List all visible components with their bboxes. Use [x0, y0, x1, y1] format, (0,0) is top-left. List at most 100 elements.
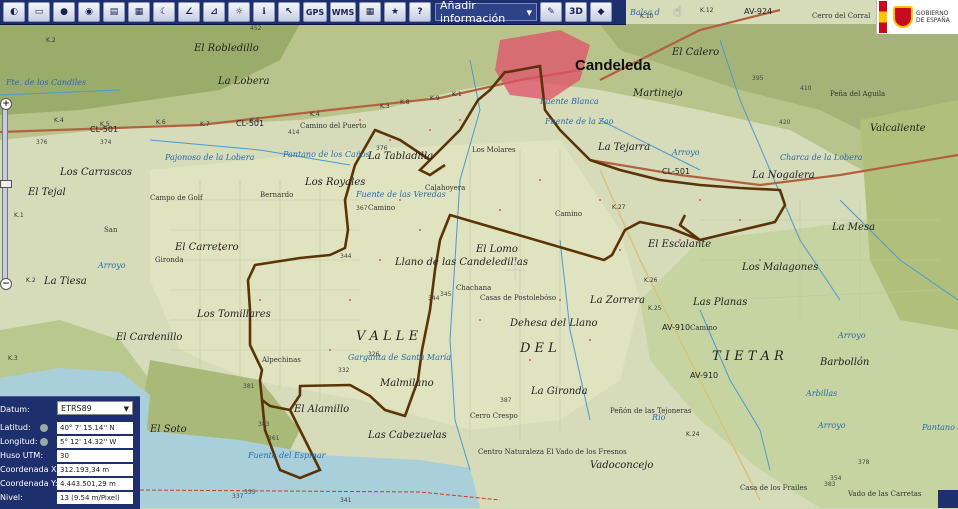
- km-marker: K.8: [400, 99, 410, 106]
- zoom-in-button[interactable]: +: [0, 98, 12, 110]
- map-label: Las Planas: [692, 297, 747, 308]
- road-label: AV-910: [690, 371, 718, 380]
- map-label: Pantano de los Caños: [282, 150, 370, 159]
- coordinates-panel: Datum: ETRS89 ▼ Latitud: 40° 7' 15.14'' NL…: [0, 396, 140, 509]
- map-label: Barbollón: [819, 357, 869, 368]
- map-label: San: [104, 226, 118, 234]
- print-icon[interactable]: ▭: [28, 2, 50, 22]
- elevation-label: 341: [340, 497, 352, 504]
- km-marker: K.1: [452, 91, 462, 98]
- globe-color-icon[interactable]: ◉: [78, 2, 100, 22]
- zoom-out-button[interactable]: −: [0, 278, 12, 290]
- layers-icon[interactable]: ▦: [128, 2, 150, 22]
- help-button[interactable]: ?: [409, 2, 431, 22]
- coord-label: Coordenada X:: [0, 465, 60, 474]
- elevation-label: 337: [232, 493, 244, 500]
- map-label: Casa de los Frailes: [740, 484, 808, 492]
- elevation-label: 374: [100, 139, 112, 146]
- elevation-label: 335: [244, 489, 256, 496]
- globe-dark-icon[interactable]: ●: [53, 2, 75, 22]
- zoom-control: + −: [0, 98, 12, 290]
- map-label: El Carretero: [174, 242, 239, 253]
- map-label: Peña del Aguila: [830, 90, 885, 98]
- map-label: La Tejarra: [597, 142, 650, 153]
- map-label: T I E T A R: [712, 349, 784, 364]
- coord-value: 312.193,34 m: [57, 464, 133, 476]
- pointer-icon[interactable]: ↖: [278, 2, 300, 22]
- map-label: Garganta de Santa María: [348, 353, 451, 362]
- map-label: Pajonoso de la Lobera: [164, 153, 255, 162]
- datum-label: Datum:: [0, 405, 30, 414]
- elevation-label: 414: [288, 129, 300, 136]
- draw-icon[interactable]: ✎: [540, 2, 562, 22]
- map-label: Alpechinas: [261, 356, 301, 364]
- measure-area-icon[interactable]: ⊿: [203, 2, 225, 22]
- map-label: Cerro del Corral: [812, 12, 871, 20]
- map-label: Arroyo: [671, 148, 700, 157]
- elevation-label: 452: [250, 25, 262, 32]
- wms-button[interactable]: WMS: [330, 2, 356, 22]
- elevation-label: 345: [440, 291, 452, 298]
- coord-value: 13 (9.54 m/Pixel): [57, 492, 133, 504]
- zoom-track[interactable]: [2, 106, 8, 284]
- map-label: Bernardo: [260, 191, 293, 199]
- chevron-down-icon: ▾: [526, 5, 532, 19]
- topographic-map[interactable]: Candeleda Martinejo Fuente Blanca Fuente d…: [0, 0, 958, 508]
- road-label: AV-910: [662, 323, 690, 332]
- coord-label: Huso UTM:: [0, 451, 44, 460]
- help-dot-icon[interactable]: [40, 424, 48, 432]
- crosshair-icon[interactable]: ☼: [228, 2, 250, 22]
- map-label: Vado de las Carretas: [847, 490, 922, 498]
- map-label: Llano de las Candeledillas: [394, 257, 528, 268]
- add-info-label: Añadir información: [440, 0, 506, 25]
- coat-of-arms-icon: [893, 6, 913, 28]
- map-label: La Lobera: [217, 76, 270, 87]
- zoom-handle[interactable]: [0, 180, 12, 188]
- km-marker: K.4: [310, 111, 320, 118]
- chevron-down-icon: ▼: [123, 405, 129, 413]
- grid-icon[interactable]: ▦: [359, 2, 381, 22]
- gps-button[interactable]: GPS: [303, 2, 327, 22]
- map-label: Las Cabezuelas: [367, 430, 447, 441]
- measure-line-icon[interactable]: ∠: [178, 2, 200, 22]
- map-label: Los Carrascos: [59, 167, 132, 178]
- map-label: El Robledillo: [193, 43, 259, 54]
- terrain-icon[interactable]: ◆: [590, 2, 612, 22]
- corner-widget[interactable]: [938, 490, 958, 508]
- km-marker: K.2: [46, 37, 56, 44]
- gobierno-logo: GOBIERNO DE ESPAÑA: [876, 0, 958, 34]
- map-label: Fuente del Espinar: [247, 451, 327, 460]
- elevation-label: 326: [368, 351, 380, 358]
- add-info-dropdown[interactable]: Añadir información ▾: [435, 0, 537, 25]
- info-icon[interactable]: ℹ: [253, 2, 275, 22]
- layers-icon[interactable]: ▤: [103, 2, 125, 22]
- map-label: Arroyo: [817, 421, 846, 430]
- map-label: La Nogalera: [751, 170, 815, 181]
- map-label: Fuente Blanca: [539, 97, 599, 106]
- km-marker: K.3: [8, 355, 18, 362]
- elevation-label: 383: [258, 421, 270, 428]
- map-label: El Calero: [671, 47, 719, 58]
- road-label: AV-924: [744, 7, 772, 16]
- 3d-icon[interactable]: 3D: [565, 2, 587, 22]
- map-label: Chachana: [456, 284, 491, 292]
- star-icon[interactable]: ★: [384, 2, 406, 22]
- coord-label: Coordenada Y:: [0, 479, 58, 488]
- map-label: Los Tomillares: [196, 309, 271, 320]
- main-toolbar: ◐ ▭ ● ◉ ▤ ▦ ☾ ∠ ⊿ ☼ ℹ ↖ GPS WMS ▦ ★ ? Añ…: [0, 0, 626, 25]
- map-label: Los Molares: [472, 146, 516, 154]
- km-marker: K.27: [612, 204, 626, 211]
- elevation-label: 420: [779, 119, 791, 126]
- globe-dark-icon[interactable]: ◐: [3, 2, 25, 22]
- coord-row: Latitud: 40° 7' 15.14'' N: [0, 421, 140, 435]
- map-label: El Escalante: [647, 239, 711, 250]
- map-label: La Tiesa: [43, 276, 87, 287]
- datum-select[interactable]: ETRS89 ▼: [57, 401, 133, 415]
- map-label: La Mesa: [831, 222, 875, 233]
- map-label: Los Malagones: [741, 262, 818, 273]
- help-dot-icon[interactable]: [40, 438, 48, 446]
- elevation-label: 387: [500, 397, 512, 404]
- moon-icon[interactable]: ☾: [153, 2, 175, 22]
- elevation-label: 395: [752, 75, 764, 82]
- map-label: Camino: [690, 324, 717, 332]
